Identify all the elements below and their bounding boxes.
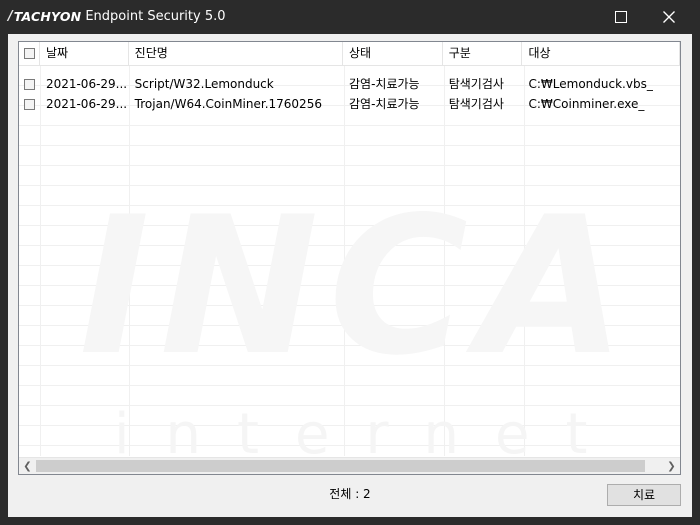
row-checkbox[interactable] [24, 99, 35, 110]
main-panel: INCA internet 날짜 진단명 상태 구분 대상 2021-06-29… [8, 34, 692, 517]
maximize-icon [615, 11, 627, 23]
scroll-left-button[interactable]: ❮ [19, 458, 36, 474]
watermark-text: internet [114, 402, 624, 467]
detection-list[interactable]: INCA internet 날짜 진단명 상태 구분 대상 2021-06-29… [18, 41, 681, 475]
cell-name: Trojan/W64.CoinMiner.1760256 [134, 97, 322, 111]
cell-type: 탐색기검사 [448, 77, 504, 91]
cell-date: 2021-06-29... [45, 97, 128, 111]
select-all-checkbox[interactable] [24, 48, 35, 59]
table-row[interactable]: 2021-06-29... Trojan/W64.CoinMiner.17602… [19, 94, 680, 114]
column-header-status[interactable]: 상태 [343, 42, 443, 65]
column-header-date[interactable]: 날짜 [40, 42, 129, 65]
cell-date: 2021-06-29... [45, 77, 128, 91]
column-header-name[interactable]: 진단명 [129, 42, 344, 65]
horizontal-scrollbar[interactable]: ❮ ❯ [19, 457, 680, 474]
list-header: 날짜 진단명 상태 구분 대상 [19, 42, 680, 66]
column-header-target[interactable]: 대상 [522, 42, 680, 65]
cell-name: Script/W32.Lemonduck [134, 77, 274, 91]
app-brand: / TACHYON Endpoint Security 5.0 [8, 9, 226, 24]
row-checkbox[interactable] [24, 79, 35, 90]
header-select-all[interactable] [19, 42, 40, 65]
maximize-button[interactable] [598, 0, 644, 34]
scrollbar-thumb[interactable] [36, 460, 645, 472]
scroll-right-button[interactable]: ❯ [663, 458, 680, 474]
cell-status: 감염-치료가능 [349, 97, 420, 111]
brand-logo: TACHYON [13, 9, 82, 24]
watermark-logo: INCA [79, 176, 636, 397]
column-header-type[interactable]: 구분 [443, 42, 523, 65]
cell-target: C:₩Lemonduck.vbs_ [528, 77, 653, 91]
cell-type: 탐색기검사 [448, 97, 504, 111]
close-button[interactable] [646, 0, 692, 34]
row-checkbox-cell [19, 94, 40, 114]
row-checkbox-cell [19, 74, 40, 94]
cell-target: C:₩Coinminer.exe_ [528, 97, 645, 111]
chevron-right-icon: ❯ [667, 460, 676, 472]
title-bar: / TACHYON Endpoint Security 5.0 [0, 0, 700, 34]
table-row[interactable]: 2021-06-29... Script/W32.Lemonduck 감염-치료… [19, 74, 680, 94]
total-count: 전체 : 2 [329, 487, 371, 501]
treat-button[interactable]: 치료 [607, 484, 681, 506]
cell-status: 감염-치료가능 [349, 77, 420, 91]
window-title: Endpoint Security 5.0 [85, 9, 226, 24]
brand-slash-mark: / [8, 9, 13, 24]
close-icon [663, 11, 675, 23]
chevron-left-icon: ❮ [23, 460, 32, 472]
